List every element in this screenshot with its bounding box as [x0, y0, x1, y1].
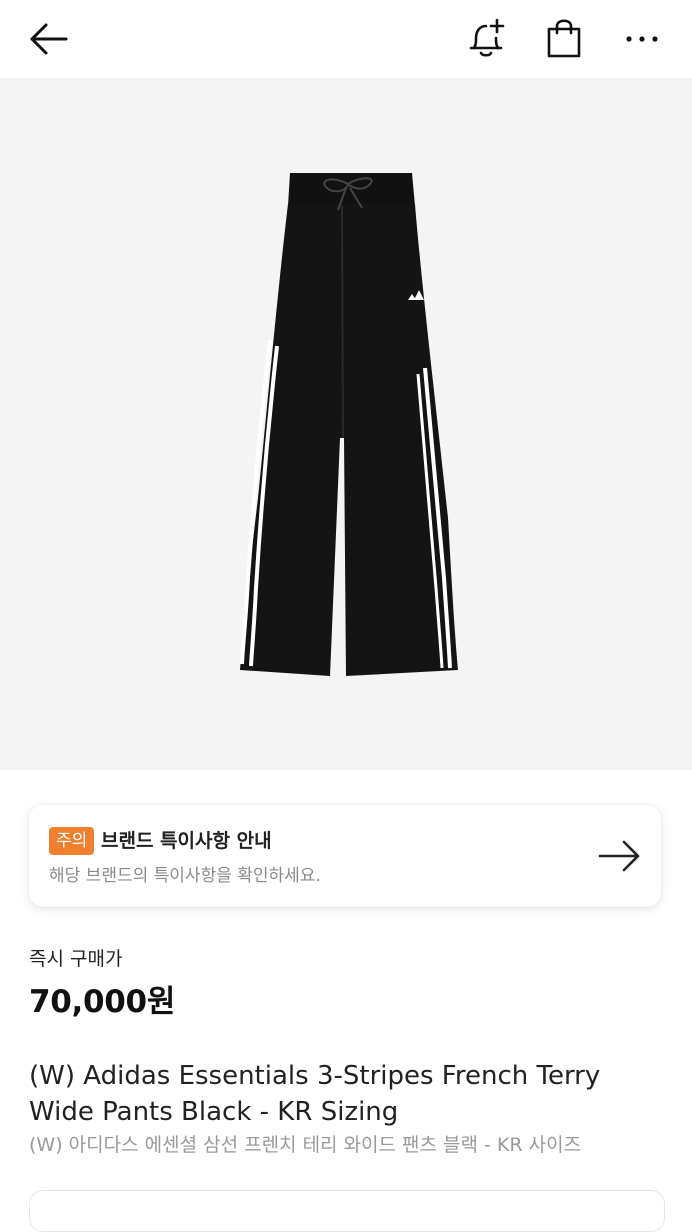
- product-image[interactable]: [0, 78, 692, 770]
- arrow-left-icon[interactable]: [26, 20, 70, 58]
- top-bar: [0, 0, 692, 78]
- product-name-en: (W) Adidas Essentials 3-Stripes French T…: [29, 1061, 601, 1127]
- more-horizontal-icon[interactable]: [624, 30, 660, 48]
- bell-plus-icon[interactable]: [464, 16, 508, 60]
- product-name-ko: (W) 아디다스 에센셜 삼선 프렌치 테리 와이드 팬츠 블랙 - KR 사이…: [29, 1134, 582, 1156]
- price: 70,000원: [29, 984, 176, 1020]
- arrow-right-icon[interactable]: [597, 836, 643, 876]
- notice-subtitle: 해당 브랜드의 특이사항을 확인하세요.: [49, 866, 321, 886]
- shopping-bag-icon[interactable]: [545, 17, 583, 59]
- option-card[interactable]: [29, 1190, 665, 1232]
- brand-notice-card[interactable]: 주의 브랜드 특이사항 안내 해당 브랜드의 특이사항을 확인하세요.: [29, 805, 661, 907]
- notice-title: 브랜드 특이사항 안내: [101, 830, 272, 852]
- instant-buy-label: 즉시 구매가: [29, 948, 123, 970]
- pants-image: [240, 173, 458, 676]
- caution-badge: 주의: [49, 827, 95, 855]
